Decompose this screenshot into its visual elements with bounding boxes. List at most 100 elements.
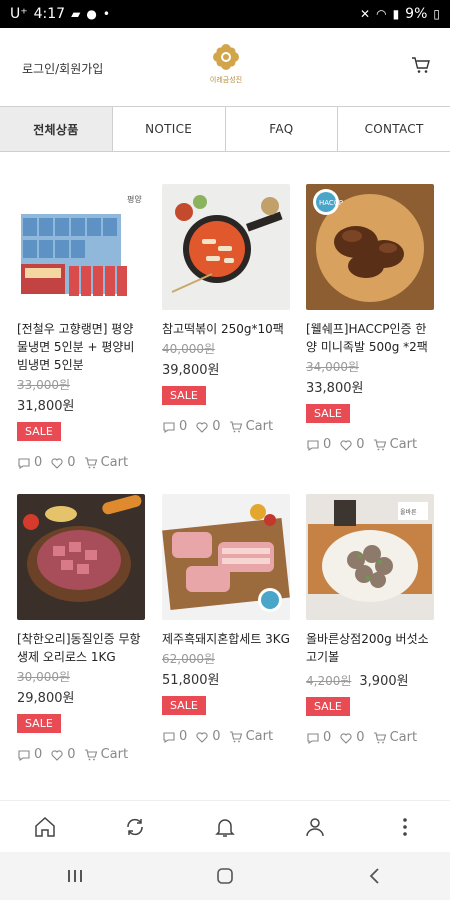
time-label: 4:17 (33, 6, 66, 22)
heart-icon (51, 749, 63, 761)
carrier-label: U⁺ (10, 6, 28, 22)
sale-badge: SALE (162, 386, 206, 405)
recent-apps-icon[interactable] (64, 865, 86, 887)
product-image-jokbal[interactable]: HACCP (306, 184, 434, 310)
signal-icon: ▮ (392, 7, 400, 21)
login-signup-link[interactable]: 로그인/회원가입 (22, 60, 103, 77)
product-image-tteokbokki[interactable] (162, 184, 290, 310)
svg-text:평양: 평양 (127, 194, 142, 204)
product-original-price: 34,000원 (306, 360, 360, 374)
product-image-beef-ball[interactable]: 올바른 (306, 494, 434, 620)
product-original-price: 4,200원 (306, 674, 352, 688)
product-name[interactable]: 제주흑돼지혼합세트 3KG (162, 630, 290, 648)
cart-icon (84, 456, 97, 468)
product-name[interactable]: [웰쉐프]HACCP인증 한양 미니족발 500g *2팩 (306, 320, 434, 356)
comment-icon (307, 732, 319, 744)
heart-icon (51, 457, 63, 469)
bell-icon[interactable] (213, 815, 237, 839)
like-count[interactable]: 0 (50, 455, 76, 470)
product-price: 39,800원 (162, 363, 220, 378)
wifi-icon: ◠ (376, 7, 387, 21)
sale-badge: SALE (306, 404, 350, 423)
product-meta: 0 0 Cart (306, 437, 434, 452)
product-price: 29,800원 (17, 691, 75, 706)
add-to-cart-button[interactable]: Cart (373, 730, 417, 745)
product-card[interactable]: 올바른 올바른상점200g 버섯소고기볼 4,200원 3,900원 SALE … (306, 494, 434, 745)
user-icon[interactable] (303, 815, 327, 839)
product-price: 51,800원 (162, 673, 220, 688)
product-price: 3,900원 (359, 674, 409, 689)
product-image-duck-roast[interactable] (17, 494, 145, 620)
product-price-line: 4,200원 3,900원 (306, 668, 434, 689)
like-count[interactable]: 0 (195, 419, 221, 434)
refresh-icon[interactable] (123, 815, 147, 839)
like-count[interactable]: 0 (339, 437, 365, 452)
product-image-naengmyeon[interactable]: 평양 (17, 184, 145, 310)
cart-icon (84, 748, 97, 760)
tab-faq[interactable]: FAQ (226, 107, 339, 151)
comment-count[interactable]: 0 (162, 729, 187, 744)
cart-icon (229, 730, 242, 742)
category-tabs: 전체상품 NOTICE FAQ CONTACT (0, 106, 450, 152)
sale-badge: SALE (17, 714, 61, 733)
comment-count[interactable]: 0 (17, 455, 42, 470)
dot-icon: • (102, 7, 110, 21)
tab-all-products[interactable]: 전체상품 (0, 107, 113, 151)
cart-icon (373, 438, 386, 450)
system-navigation-bar (0, 852, 450, 900)
tab-contact[interactable]: CONTACT (338, 107, 450, 151)
message-icon: ▰ (71, 7, 81, 21)
product-card[interactable]: HACCP [웰쉐프]HACCP인증 한양 미니족발 500g *2팩 34,0… (306, 184, 434, 452)
comment-icon (307, 439, 319, 451)
product-price: 31,800원 (17, 399, 75, 414)
cart-icon[interactable] (410, 54, 432, 76)
product-image-jeju-pork[interactable] (162, 494, 290, 620)
like-count[interactable]: 0 (339, 730, 365, 745)
heart-icon (196, 731, 208, 743)
add-to-cart-button[interactable]: Cart (229, 419, 273, 434)
comment-count[interactable]: 0 (306, 437, 331, 452)
product-original-price: 30,000원 (17, 670, 71, 684)
add-to-cart-button[interactable]: Cart (84, 455, 128, 470)
comment-count[interactable]: 0 (306, 730, 331, 745)
sale-badge: SALE (17, 422, 61, 441)
product-card[interactable]: 제주흑돼지혼합세트 3KG 62,000원 51,800원 SALE 0 0 C… (162, 494, 290, 744)
product-name[interactable]: [착한오리]동질인증 무항생제 오리로스 1KG (17, 630, 145, 666)
heart-icon (340, 732, 352, 744)
cart-icon (229, 420, 242, 432)
product-meta: 0 0 Cart (17, 455, 145, 470)
app-header: 로그인/회원가입 이레금성진 (0, 28, 450, 106)
product-name[interactable]: 참고떡볶이 250g*10팩 (162, 320, 290, 338)
product-meta: 0 0 Cart (162, 419, 290, 434)
battery-label: 9% (405, 6, 428, 22)
comment-icon (18, 457, 30, 469)
product-card[interactable]: 평양 [전철우 고향랭면] 평양 물냉면 5인분 + 평양비빔냉면 5인분 33… (17, 184, 145, 470)
product-name[interactable]: [전철우 고향랭면] 평양 물냉면 5인분 + 평양비빔냉면 5인분 (17, 320, 145, 374)
product-meta: 0 0 Cart (17, 747, 145, 762)
product-meta: 0 0 Cart (306, 730, 434, 745)
back-icon[interactable] (364, 865, 386, 887)
like-count[interactable]: 0 (50, 747, 76, 762)
sale-badge: SALE (162, 696, 206, 715)
product-card[interactable]: [착한오리]동질인증 무항생제 오리로스 1KG 30,000원 29,800원… (17, 494, 145, 762)
bottom-navigation (0, 800, 450, 852)
add-to-cart-button[interactable]: Cart (84, 747, 128, 762)
mute-icon: ✕ (360, 7, 371, 21)
more-vertical-icon[interactable] (393, 815, 417, 839)
add-to-cart-button[interactable]: Cart (229, 729, 273, 744)
comment-icon (18, 749, 30, 761)
like-count[interactable]: 0 (195, 729, 221, 744)
home-button-icon[interactable] (214, 865, 236, 887)
comment-count[interactable]: 0 (162, 419, 187, 434)
tab-notice[interactable]: NOTICE (113, 107, 226, 151)
brand-logo[interactable]: 이레금성진 (203, 42, 249, 94)
battery-icon: ▯ (433, 7, 440, 21)
product-original-price: 62,000원 (162, 652, 216, 666)
home-icon[interactable] (33, 815, 57, 839)
heart-icon (196, 421, 208, 433)
comment-count[interactable]: 0 (17, 747, 42, 762)
add-to-cart-button[interactable]: Cart (373, 437, 417, 452)
product-name[interactable]: 올바른상점200g 버섯소고기볼 (306, 630, 434, 666)
product-card[interactable]: 참고떡볶이 250g*10팩 40,000원 39,800원 SALE 0 0 … (162, 184, 290, 434)
cart-icon (373, 731, 386, 743)
